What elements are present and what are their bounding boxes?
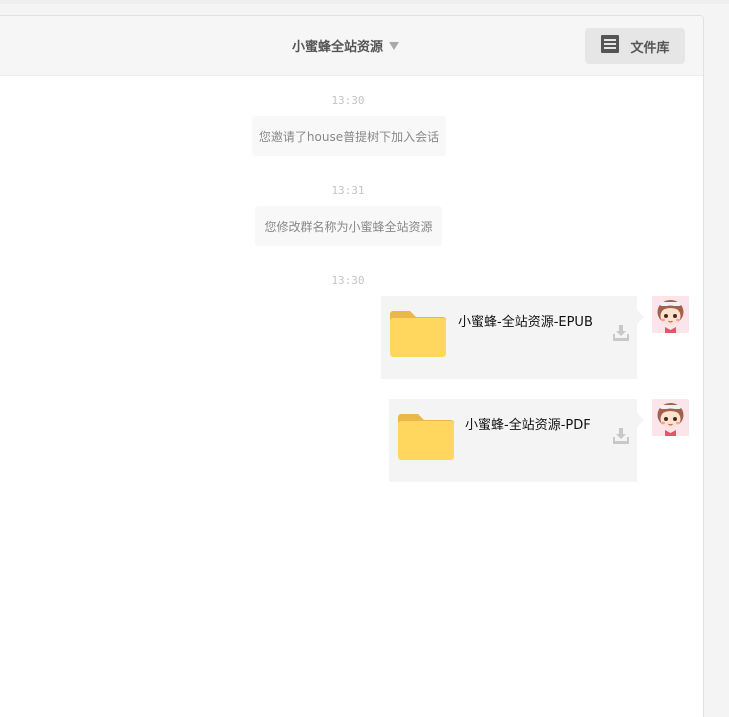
message-timestamp: 13:31 [331, 184, 365, 197]
download-icon[interactable] [613, 428, 629, 448]
file-message-pdf[interactable]: 小蜜蜂-全站资源-PDF [389, 399, 644, 482]
top-divider [0, 0, 729, 4]
system-message: 您修改群名称为小蜜蜂全站资源 [255, 206, 442, 246]
chat-header: 小蜜蜂全站资源 文件库 [0, 16, 703, 76]
group-name: 小蜜蜂全站资源 [292, 40, 384, 55]
folder-icon [398, 414, 454, 464]
download-icon[interactable] [613, 325, 629, 345]
file-message-epub[interactable]: 小蜜蜂-全站资源-EPUB [381, 296, 644, 379]
document-list-icon [600, 34, 620, 58]
avatar[interactable] [652, 296, 689, 333]
file-library-button[interactable]: 文件库 [585, 28, 685, 64]
avatar[interactable] [652, 399, 689, 436]
caret-down-icon [389, 42, 400, 50]
message-timestamp: 13:30 [331, 274, 365, 287]
file-name: 小蜜蜂-全站资源-EPUB [458, 315, 593, 330]
system-message: 您邀请了house普提树下加入会话 [252, 116, 446, 156]
file-name: 小蜜蜂-全站资源-PDF [465, 418, 591, 433]
chat-panel: 小蜜蜂全站资源 文件库 13:30 您邀请了house普提树下加入会话 13:3… [0, 15, 704, 717]
file-library-label: 文件库 [630, 40, 670, 56]
folder-icon [390, 311, 446, 361]
message-timestamp: 13:30 [331, 94, 365, 107]
group-name-dropdown[interactable]: 小蜜蜂全站资源 [292, 36, 400, 55]
